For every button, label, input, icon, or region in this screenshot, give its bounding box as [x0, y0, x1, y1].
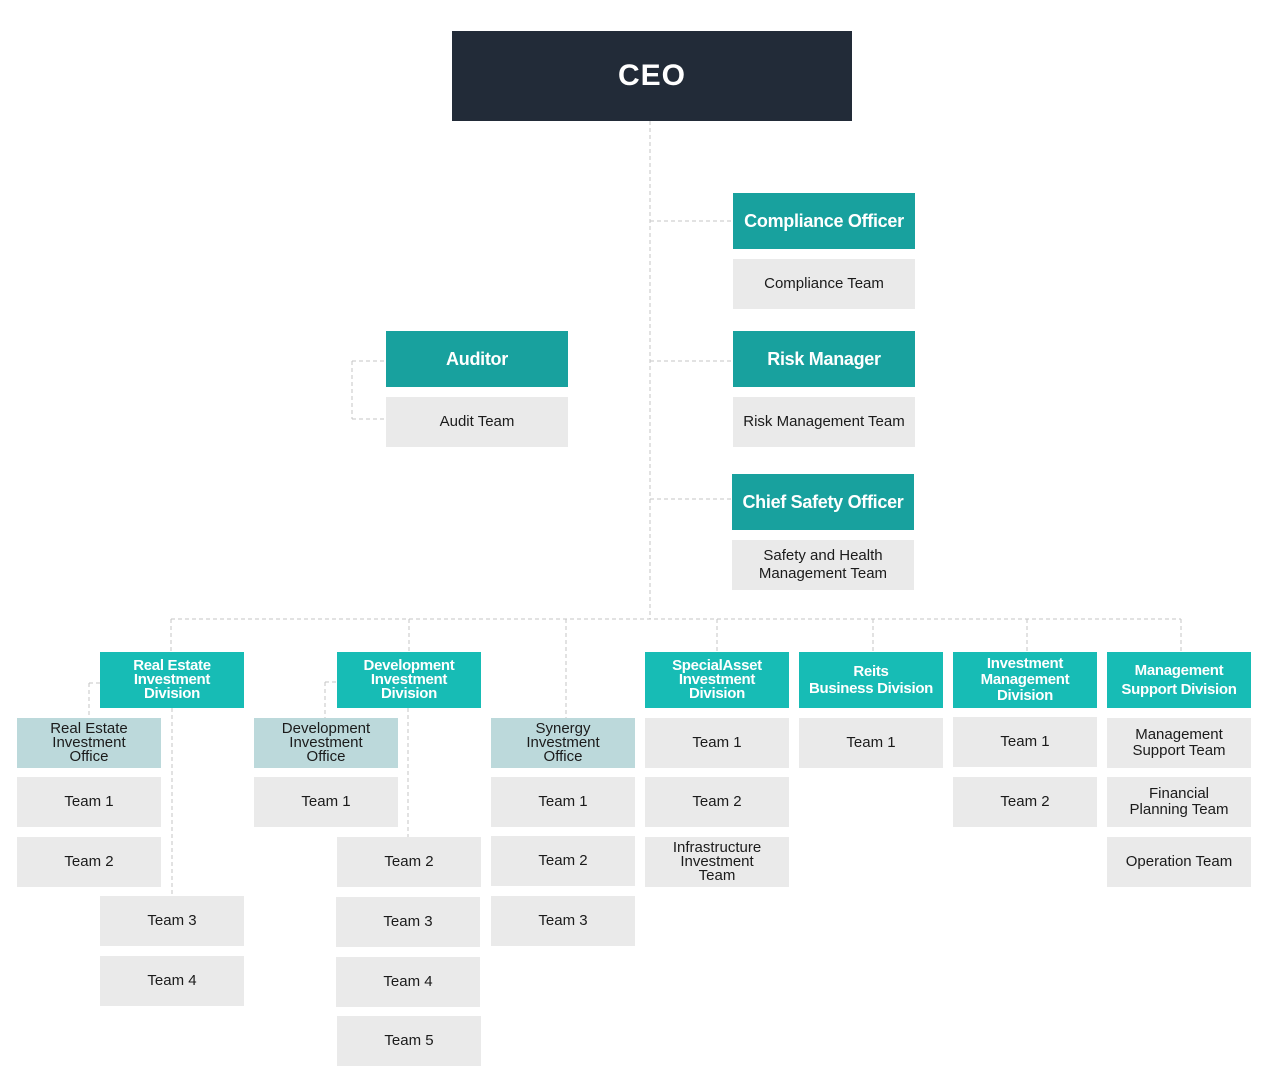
development-team-3[interactable]: Team 3	[336, 897, 480, 947]
compliance-team-box[interactable]: Compliance Team	[733, 259, 915, 309]
synergy-team-1[interactable]: Team 1	[491, 777, 635, 827]
synergy-team-3[interactable]: Team 3	[491, 896, 635, 946]
synergy-office-box[interactable]: Synergy Investment Office	[491, 718, 635, 768]
operation-team[interactable]: Operation Team	[1107, 837, 1251, 887]
compliance-officer-box[interactable]: Compliance Officer	[733, 193, 915, 249]
chief-safety-officer-box[interactable]: Chief Safety Officer	[732, 474, 914, 530]
synergy-team-2[interactable]: Team 2	[491, 836, 635, 886]
management-support-team[interactable]: Management Support Team	[1107, 718, 1251, 768]
financial-planning-team[interactable]: Financial Planning Team	[1107, 777, 1251, 827]
development-team-4[interactable]: Team 4	[336, 957, 480, 1007]
real-estate-team-1[interactable]: Team 1	[17, 777, 161, 827]
ceo-box[interactable]: CEO	[452, 31, 852, 121]
real-estate-office-box[interactable]: Real Estate Investment Office	[17, 718, 161, 768]
development-team-2[interactable]: Team 2	[337, 837, 481, 887]
investment-management-team-2[interactable]: Team 2	[953, 777, 1097, 827]
special-asset-division-box[interactable]: SpecialAsset Investment Division	[645, 652, 789, 708]
audit-team-box[interactable]: Audit Team	[386, 397, 568, 447]
risk-management-team-box[interactable]: Risk Management Team	[733, 397, 915, 447]
development-division-box[interactable]: Development Investment Division	[337, 652, 481, 708]
special-asset-team-2[interactable]: Team 2	[645, 777, 789, 827]
reits-team-1[interactable]: Team 1	[799, 718, 943, 768]
investment-management-division-box[interactable]: Investment Management Division	[953, 652, 1097, 708]
risk-manager-box[interactable]: Risk Manager	[733, 331, 915, 387]
special-asset-team-1[interactable]: Team 1	[645, 718, 789, 768]
development-team-1[interactable]: Team 1	[254, 777, 398, 827]
management-support-division-box[interactable]: Management Support Division	[1107, 652, 1251, 708]
real-estate-team-3[interactable]: Team 3	[100, 896, 244, 946]
real-estate-team-2[interactable]: Team 2	[17, 837, 161, 887]
real-estate-team-4[interactable]: Team 4	[100, 956, 244, 1006]
infrastructure-investment-team[interactable]: Infrastructure Investment Team	[645, 837, 789, 887]
auditor-box[interactable]: Auditor	[386, 331, 568, 387]
investment-management-team-1[interactable]: Team 1	[953, 717, 1097, 767]
development-team-5[interactable]: Team 5	[337, 1016, 481, 1066]
development-office-box[interactable]: Development Investment Office	[254, 718, 398, 768]
real-estate-division-box[interactable]: Real Estate Investment Division	[100, 652, 244, 708]
reits-division-box[interactable]: Reits Business Division	[799, 652, 943, 708]
safety-health-team-box[interactable]: Safety and Health Management Team	[732, 540, 914, 590]
